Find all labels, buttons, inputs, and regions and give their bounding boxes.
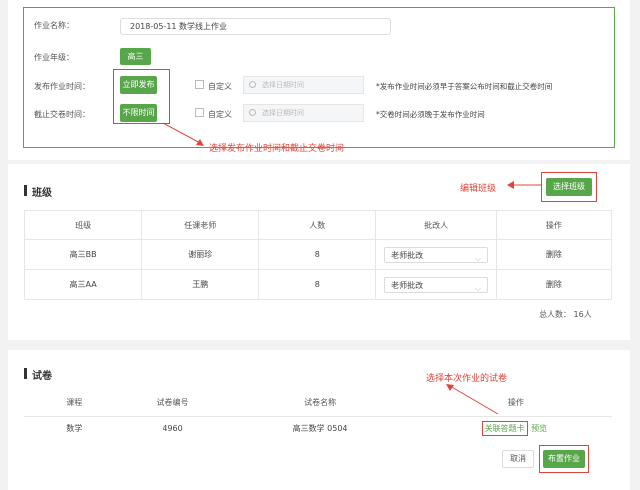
publish-annotation-text: 选择发布作业时间和截止交卷时间 (209, 144, 345, 154)
classes-annotation-text: 编辑班级 (460, 184, 497, 194)
assign-homework-button[interactable]: 布置作业 (543, 450, 585, 468)
deadline-note: *交卷时间必须晚于发布作业时间 (376, 110, 485, 119)
column-header: 班级 (23, 210, 143, 240)
deadline-custom-label: 自定义 (208, 110, 232, 119)
papers-title: 试卷 (24, 367, 52, 382)
column-header: 试卷名称 (220, 388, 420, 417)
column-header: 试卷编号 (124, 388, 221, 417)
class-cell: 高三AA (23, 269, 143, 300)
column-header: 人数 (258, 210, 377, 240)
teacher-cell: 谢丽珍 (141, 239, 260, 270)
homework-name-input[interactable]: 2018-05-11 数学线上作业 (120, 18, 391, 35)
select-class-button[interactable]: 选择班级 (546, 178, 592, 196)
delete-link[interactable]: 删除 (495, 269, 613, 300)
clock-icon (249, 109, 256, 116)
table-row: 数学 4960 高三数学 0504 关联答题卡 预览 (24, 416, 612, 441)
cancel-button[interactable]: 取消 (502, 450, 534, 468)
column-header: 批改人 (375, 210, 497, 240)
course-cell: 数学 (24, 416, 125, 441)
name-label: 作业名称： (34, 21, 74, 30)
deadline-datetime-placeholder: 选择日期时间 (262, 109, 304, 117)
annotation-highlight-box (113, 69, 170, 124)
link-answer-sheet-link[interactable]: 关联答题卡 (481, 421, 528, 437)
table-row: 高三BB 谢丽珍 8 老师批改 ⌵ 删除 (23, 239, 613, 270)
preview-link[interactable]: 预览 (531, 424, 547, 433)
grader-select-value: 老师批改 (391, 280, 424, 290)
publish-time-note: *发布作业时间必须早于答案公布时间和截止交卷时间 (376, 82, 553, 91)
grader-cell: 老师批改 ⌵ (375, 269, 497, 300)
column-header: 操作 (419, 388, 612, 417)
grader-select[interactable]: 老师批改 ⌵ (384, 276, 489, 293)
table-row: 高三AA 王鹏 8 老师批改 ⌵ 删除 (23, 269, 613, 300)
classes-title: 班级 (24, 184, 52, 199)
paper-actions-cell: 关联答题卡 预览 (419, 416, 612, 441)
column-header: 操作 (495, 210, 613, 240)
papers-card: 试卷 选择本次作业的试卷 课程 试卷编号 试卷名称 操作 数学 4960 高三数… (8, 350, 630, 490)
deadline-label: 截止交卷时间： (34, 110, 90, 119)
count-cell: 8 (258, 239, 377, 270)
column-header: 任课老师 (141, 210, 260, 240)
papers-table: 课程 试卷编号 试卷名称 操作 数学 4960 高三数学 0504 关联答题卡 … (24, 388, 612, 441)
deadline-custom-checkbox[interactable] (195, 108, 204, 117)
grade-label: 作业年级： (34, 53, 74, 62)
publish-custom-label: 自定义 (208, 82, 232, 91)
chevron-down-icon: ⌵ (475, 283, 482, 293)
grader-select-value: 老师批改 (391, 250, 424, 260)
classes-card: 班级 编辑班级 选择班级 班级 任课老师 人数 批改人 操作 高三BB 谢丽珍 … (8, 164, 630, 340)
publish-datetime-input[interactable]: 选择日期时间 (243, 76, 364, 94)
publish-datetime-placeholder: 选择日期时间 (262, 81, 304, 89)
column-header: 课程 (24, 388, 125, 417)
delete-link[interactable]: 删除 (495, 239, 613, 270)
count-cell: 8 (258, 269, 377, 300)
classes-table: 班级 任课老师 人数 批改人 操作 高三BB 谢丽珍 8 老师批改 ⌵ 删除 高三… (23, 210, 613, 300)
publish-custom-checkbox[interactable] (195, 80, 204, 89)
annotation-arrow (507, 181, 541, 189)
class-cell: 高三BB (23, 239, 143, 270)
grader-cell: 老师批改 ⌵ (375, 239, 497, 270)
deadline-datetime-input[interactable]: 选择日期时间 (243, 104, 364, 122)
annotation-arrow (162, 122, 204, 146)
clock-icon (249, 81, 256, 88)
chevron-down-icon: ⌵ (475, 253, 482, 263)
total-students: 总人数： 16人 (539, 310, 592, 319)
homework-settings-form: 作业名称： 2018-05-11 数学线上作业 作业年级： 高三 发布作业时间：… (23, 7, 615, 148)
table-header-row: 课程 试卷编号 试卷名称 操作 (24, 388, 612, 417)
grader-select[interactable]: 老师批改 ⌵ (384, 246, 489, 263)
grade-button[interactable]: 高三 (120, 48, 151, 65)
paper-name-cell: 高三数学 0504 (220, 416, 420, 441)
publish-time-label: 发布作业时间： (34, 82, 90, 91)
paper-id-cell: 4960 (124, 416, 221, 441)
teacher-cell: 王鹏 (141, 269, 260, 300)
table-header-row: 班级 任课老师 人数 批改人 操作 (23, 210, 613, 240)
